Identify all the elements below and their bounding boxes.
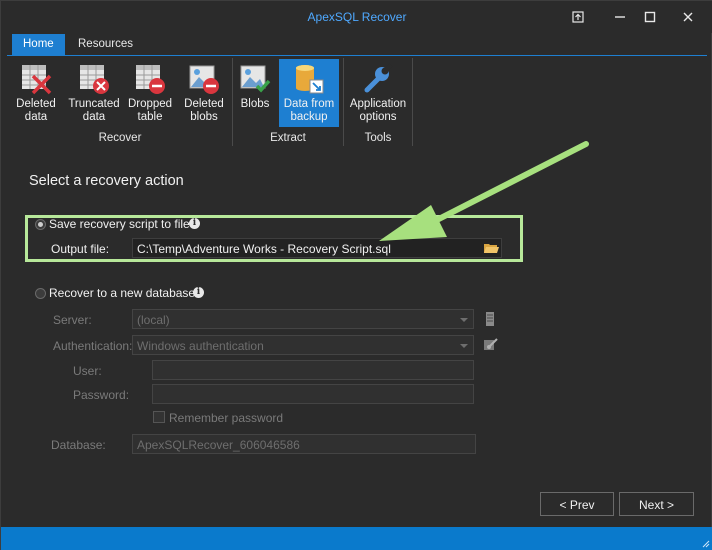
- close-button[interactable]: [671, 5, 705, 29]
- wizard-content: Select a recovery action Save recovery s…: [7, 151, 707, 525]
- group-separator: [412, 58, 413, 146]
- database-value: ApexSQLRecover_606046586: [137, 438, 300, 452]
- resize-grip-icon[interactable]: [700, 538, 710, 548]
- dropped-table-label-1: Dropped: [127, 98, 173, 110]
- server-browse-icon[interactable]: [483, 311, 497, 327]
- data-from-backup-icon: [296, 65, 324, 94]
- application-options-button[interactable]: Application options: [347, 59, 409, 125]
- application-options-label-2: options: [359, 111, 397, 123]
- truncated-data-label-1: Truncated: [68, 98, 120, 110]
- close-icon: [683, 12, 693, 22]
- remember-password-checkbox[interactable]: [153, 411, 165, 423]
- database-label: Database:: [51, 438, 106, 452]
- chevron-down-icon: [460, 318, 468, 322]
- status-bar: [1, 527, 712, 550]
- password-label: Password:: [73, 388, 130, 402]
- server-label: Server:: [53, 313, 92, 327]
- new-database-radio[interactable]: [35, 288, 46, 299]
- tab-home[interactable]: Home: [12, 34, 65, 56]
- blobs-button[interactable]: Blobs: [235, 59, 275, 125]
- application-options-label-1: Application: [349, 98, 407, 110]
- chevron-down-icon: [460, 344, 468, 348]
- group-label-extract: Extract: [270, 132, 306, 144]
- minimize-button[interactable]: [603, 5, 637, 29]
- new-database-label[interactable]: Recover to a new database: [49, 286, 195, 300]
- dropped-table-icon: [136, 65, 165, 94]
- server-value: (local): [137, 313, 170, 327]
- deleted-data-label-1: Deleted: [16, 98, 56, 110]
- minimize-icon: [615, 16, 625, 18]
- remember-password-label[interactable]: Remember password: [169, 411, 283, 425]
- group-label-recover: Recover: [98, 132, 142, 144]
- deleted-blobs-label-2: blobs: [190, 111, 218, 123]
- deleted-data-label-2: data: [24, 111, 48, 123]
- truncated-data-button[interactable]: Truncated data: [65, 59, 123, 125]
- page-title: Select a recovery action: [29, 173, 184, 189]
- server-dropdown[interactable]: (local): [132, 309, 474, 329]
- data-from-backup-label-2: backup: [290, 111, 328, 123]
- truncated-data-icon: [80, 65, 109, 94]
- next-button[interactable]: Next >: [619, 492, 694, 516]
- authentication-label: Authentication:: [53, 339, 133, 353]
- blobs-label-1: Blobs: [240, 98, 270, 110]
- ribbon-tabs: Home Resources: [1, 33, 712, 56]
- blobs-icon: [240, 65, 271, 93]
- info-icon[interactable]: i: [193, 287, 204, 298]
- restore-button[interactable]: [561, 5, 595, 29]
- title-bar: ApexSQL Recover: [1, 1, 712, 33]
- ribbon: Deleted data Truncated data Dropped tabl…: [7, 55, 707, 147]
- restore-icon: [572, 11, 584, 23]
- app-window: ApexSQL Recover Home Resources Deleted d…: [0, 0, 712, 550]
- highlight-box: [25, 215, 523, 262]
- dropped-table-label-2: table: [137, 111, 163, 123]
- database-input[interactable]: ApexSQLRecover_606046586: [132, 434, 476, 454]
- deleted-blobs-label-1: Deleted: [184, 98, 224, 110]
- wrench-icon: [364, 63, 393, 93]
- data-from-backup-label-1: Data from: [283, 98, 335, 110]
- data-from-backup-button[interactable]: Data from backup: [279, 59, 339, 127]
- user-label: User:: [73, 364, 102, 378]
- authentication-value: Windows authentication: [137, 339, 264, 353]
- deleted-blobs-button[interactable]: Deleted blobs: [177, 59, 231, 125]
- maximize-button[interactable]: [633, 5, 667, 29]
- truncated-data-label-2: data: [82, 111, 106, 123]
- deleted-blobs-icon: [189, 65, 219, 94]
- group-separator: [343, 58, 344, 146]
- password-input[interactable]: [152, 384, 474, 404]
- authentication-settings-icon[interactable]: [483, 337, 499, 353]
- user-input[interactable]: [152, 360, 474, 380]
- deleted-data-button[interactable]: Deleted data: [9, 59, 63, 125]
- authentication-dropdown[interactable]: Windows authentication: [132, 335, 474, 355]
- group-label-tools: Tools: [364, 132, 392, 144]
- deleted-data-icon: [22, 65, 52, 95]
- dropped-table-button[interactable]: Dropped table: [123, 59, 177, 125]
- maximize-icon: [644, 11, 656, 23]
- tab-resources[interactable]: Resources: [67, 34, 144, 56]
- prev-button[interactable]: < Prev: [540, 492, 614, 516]
